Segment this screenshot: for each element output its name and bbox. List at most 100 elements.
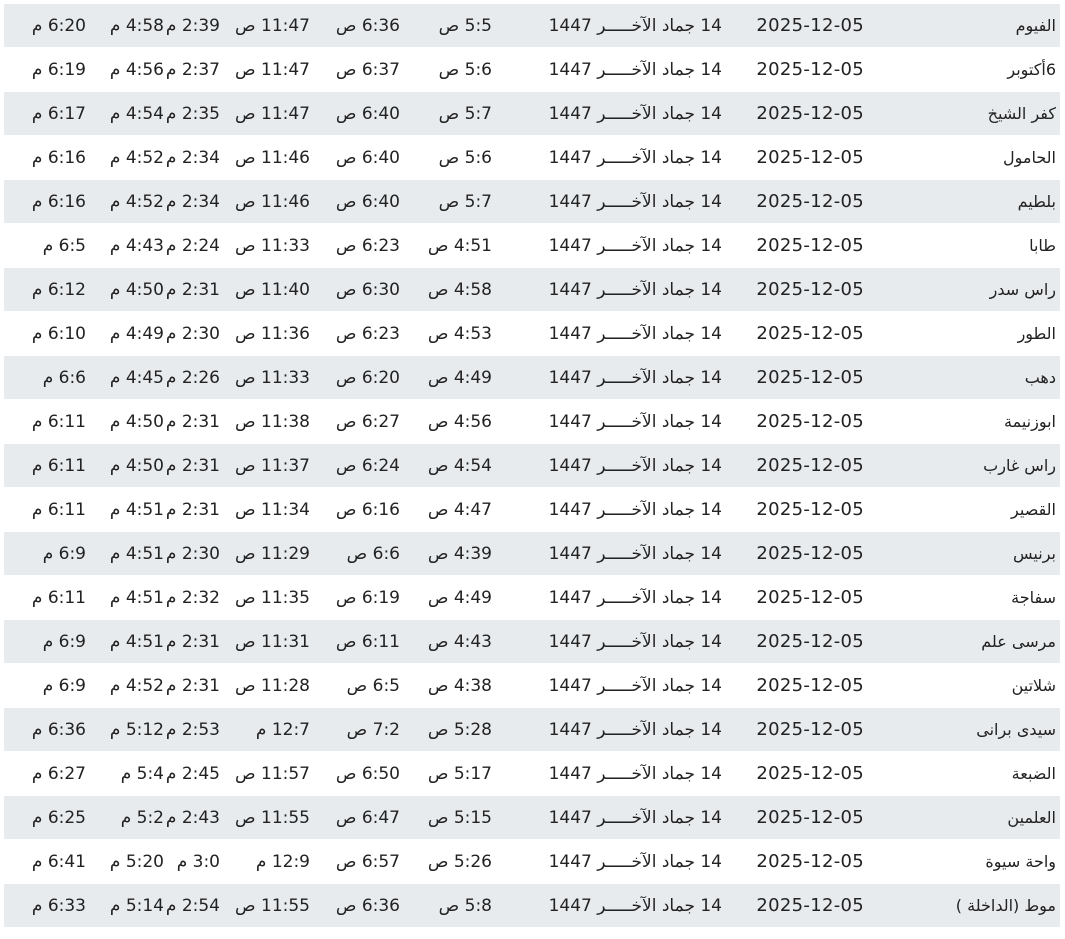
table-row: الفيوم 2025-12-05 14 جماد الآخـــــر 1447 5… (4, 4, 1060, 48)
date-cell: 2025-12-05 (756, 15, 864, 36)
sunrise-cell: 6:36 ص (335, 16, 400, 36)
date-cell: 2025-12-05 (756, 763, 864, 784)
date-cell: 2025-12-05 (756, 719, 864, 740)
fajr-cell: 5:17 ص (427, 764, 492, 784)
date-cell: 2025-12-05 (756, 147, 864, 168)
maghrib-cell: 5:12 م (109, 720, 164, 740)
hijri-cell: 14 جماد الآخـــــر 1447 (548, 588, 722, 608)
fajr-cell: 4:56 ص (427, 412, 492, 432)
isha-cell: 6:16 م (31, 148, 86, 168)
fajr-cell: 4:47 ص (427, 500, 492, 520)
hijri-cell: 14 جماد الآخـــــر 1447 (548, 720, 722, 740)
maghrib-cell: 4:54 م (109, 104, 164, 124)
city-cell: بلطيم (1017, 192, 1056, 211)
fajr-cell: 4:49 ص (427, 368, 492, 388)
sunrise-cell: 6:20 ص (335, 368, 400, 388)
fajr-cell: 5:6 ص (438, 60, 492, 80)
maghrib-cell: 4:50 م (109, 280, 164, 300)
dhuhr-cell: 11:38 ص (235, 412, 310, 432)
fajr-cell: 5:8 ص (438, 896, 492, 916)
city-cell: موط (الداخلة ) (955, 896, 1056, 915)
isha-cell: 6:11 م (31, 588, 86, 608)
table-row: كفر الشيخ 2025-12-05 14 جماد الآخـــــر 14… (4, 92, 1060, 136)
date-cell: 2025-12-05 (756, 103, 864, 124)
isha-cell: 6:9 م (42, 544, 86, 564)
hijri-cell: 14 جماد الآخـــــر 1447 (548, 632, 722, 652)
isha-cell: 6:33 م (31, 896, 86, 916)
table-row: 6أكتوبر 2025-12-05 14 جماد الآخـــــر 1447… (4, 48, 1060, 92)
hijri-cell: 14 جماد الآخـــــر 1447 (548, 808, 722, 828)
city-cell: الفيوم (1015, 16, 1056, 35)
date-cell: 2025-12-05 (756, 895, 864, 916)
dhuhr-cell: 11:37 ص (235, 456, 310, 476)
city-cell: القصير (1011, 500, 1056, 519)
city-cell: ابوزنيمة (1004, 412, 1056, 431)
maghrib-cell: 4:50 م (109, 456, 164, 476)
hijri-cell: 14 جماد الآخـــــر 1447 (548, 236, 722, 256)
fajr-cell: 4:53 ص (427, 324, 492, 344)
fajr-cell: 4:51 ص (427, 236, 492, 256)
maghrib-cell: 4:43 م (109, 236, 164, 256)
sunrise-cell: 6:37 ص (335, 60, 400, 80)
date-cell: 2025-12-05 (756, 675, 864, 696)
sunrise-cell: 6:23 ص (335, 236, 400, 256)
dhuhr-cell: 11:55 ص (235, 896, 310, 916)
date-cell: 2025-12-05 (756, 631, 864, 652)
fajr-cell: 5:7 ص (438, 192, 492, 212)
sunrise-cell: 6:50 ص (335, 764, 400, 784)
hijri-cell: 14 جماد الآخـــــر 1447 (548, 500, 722, 520)
hijri-cell: 14 جماد الآخـــــر 1447 (548, 896, 722, 916)
hijri-cell: 14 جماد الآخـــــر 1447 (548, 16, 722, 36)
maghrib-cell: 4:50 م (109, 412, 164, 432)
sunrise-cell: 6:5 ص (346, 676, 400, 696)
hijri-cell: 14 جماد الآخـــــر 1447 (548, 764, 722, 784)
dhuhr-cell: 11:47 ص (235, 16, 310, 36)
maghrib-cell: 5:4 م (120, 764, 164, 784)
isha-cell: 6:25 م (31, 808, 86, 828)
dhuhr-cell: 11:36 ص (235, 324, 310, 344)
city-cell: راس غارب (983, 456, 1056, 475)
hijri-cell: 14 جماد الآخـــــر 1447 (548, 544, 722, 564)
hijri-cell: 14 جماد الآخـــــر 1447 (548, 324, 722, 344)
maghrib-cell: 4:45 م (109, 368, 164, 388)
table-row: سيدى برانى 2025-12-05 14 جماد الآخـــــر 1… (4, 708, 1060, 752)
fajr-cell: 5:28 ص (427, 720, 492, 740)
table-row: شلاتين 2025-12-05 14 جماد الآخـــــر 1447 4… (4, 664, 1060, 708)
sunrise-cell: 6:16 ص (335, 500, 400, 520)
maghrib-cell: 5:14 م (109, 896, 164, 916)
hijri-cell: 14 جماد الآخـــــر 1447 (548, 60, 722, 80)
isha-cell: 6:16 م (31, 192, 86, 212)
hijri-cell: 14 جماد الآخـــــر 1447 (548, 280, 722, 300)
city-cell: سيدى برانى (976, 720, 1056, 739)
dhuhr-cell: 11:57 ص (235, 764, 310, 784)
table-row: راس غارب 2025-12-05 14 جماد الآخـــــر 144… (4, 444, 1060, 488)
date-cell: 2025-12-05 (756, 543, 864, 564)
isha-cell: 6:36 م (31, 720, 86, 740)
fajr-cell: 4:49 ص (427, 588, 492, 608)
hijri-cell: 14 جماد الآخـــــر 1447 (548, 676, 722, 696)
table-row: دهب 2025-12-05 14 جماد الآخـــــر 1447 4:49… (4, 356, 1060, 400)
dhuhr-cell: 11:47 ص (235, 104, 310, 124)
fajr-cell: 5:7 ص (438, 104, 492, 124)
table-row: الحامول 2025-12-05 14 جماد الآخـــــر 1447… (4, 136, 1060, 180)
hijri-cell: 14 جماد الآخـــــر 1447 (548, 456, 722, 476)
isha-cell: 6:9 م (42, 676, 86, 696)
fajr-cell: 5:6 ص (438, 148, 492, 168)
maghrib-cell: 4:51 م (109, 544, 164, 564)
hijri-cell: 14 جماد الآخـــــر 1447 (548, 368, 722, 388)
maghrib-cell: 4:52 م (109, 192, 164, 212)
date-cell: 2025-12-05 (756, 191, 864, 212)
date-cell: 2025-12-05 (756, 807, 864, 828)
table-row: طابا 2025-12-05 14 جماد الآخـــــر 1447 4:5… (4, 224, 1060, 268)
date-cell: 2025-12-05 (756, 279, 864, 300)
fajr-cell: 4:43 ص (427, 632, 492, 652)
sunrise-cell: 6:19 ص (335, 588, 400, 608)
dhuhr-cell: 11:46 ص (235, 148, 310, 168)
table-row: واحة سيوة 2025-12-05 14 جماد الآخـــــر 14… (4, 840, 1060, 884)
isha-cell: 6:9 م (42, 632, 86, 652)
city-cell: طابا (1029, 236, 1056, 255)
hijri-cell: 14 جماد الآخـــــر 1447 (548, 104, 722, 124)
dhuhr-cell: 11:33 ص (235, 236, 310, 256)
sunrise-cell: 6:11 ص (335, 632, 400, 652)
maghrib-cell: 4:49 م (109, 324, 164, 344)
